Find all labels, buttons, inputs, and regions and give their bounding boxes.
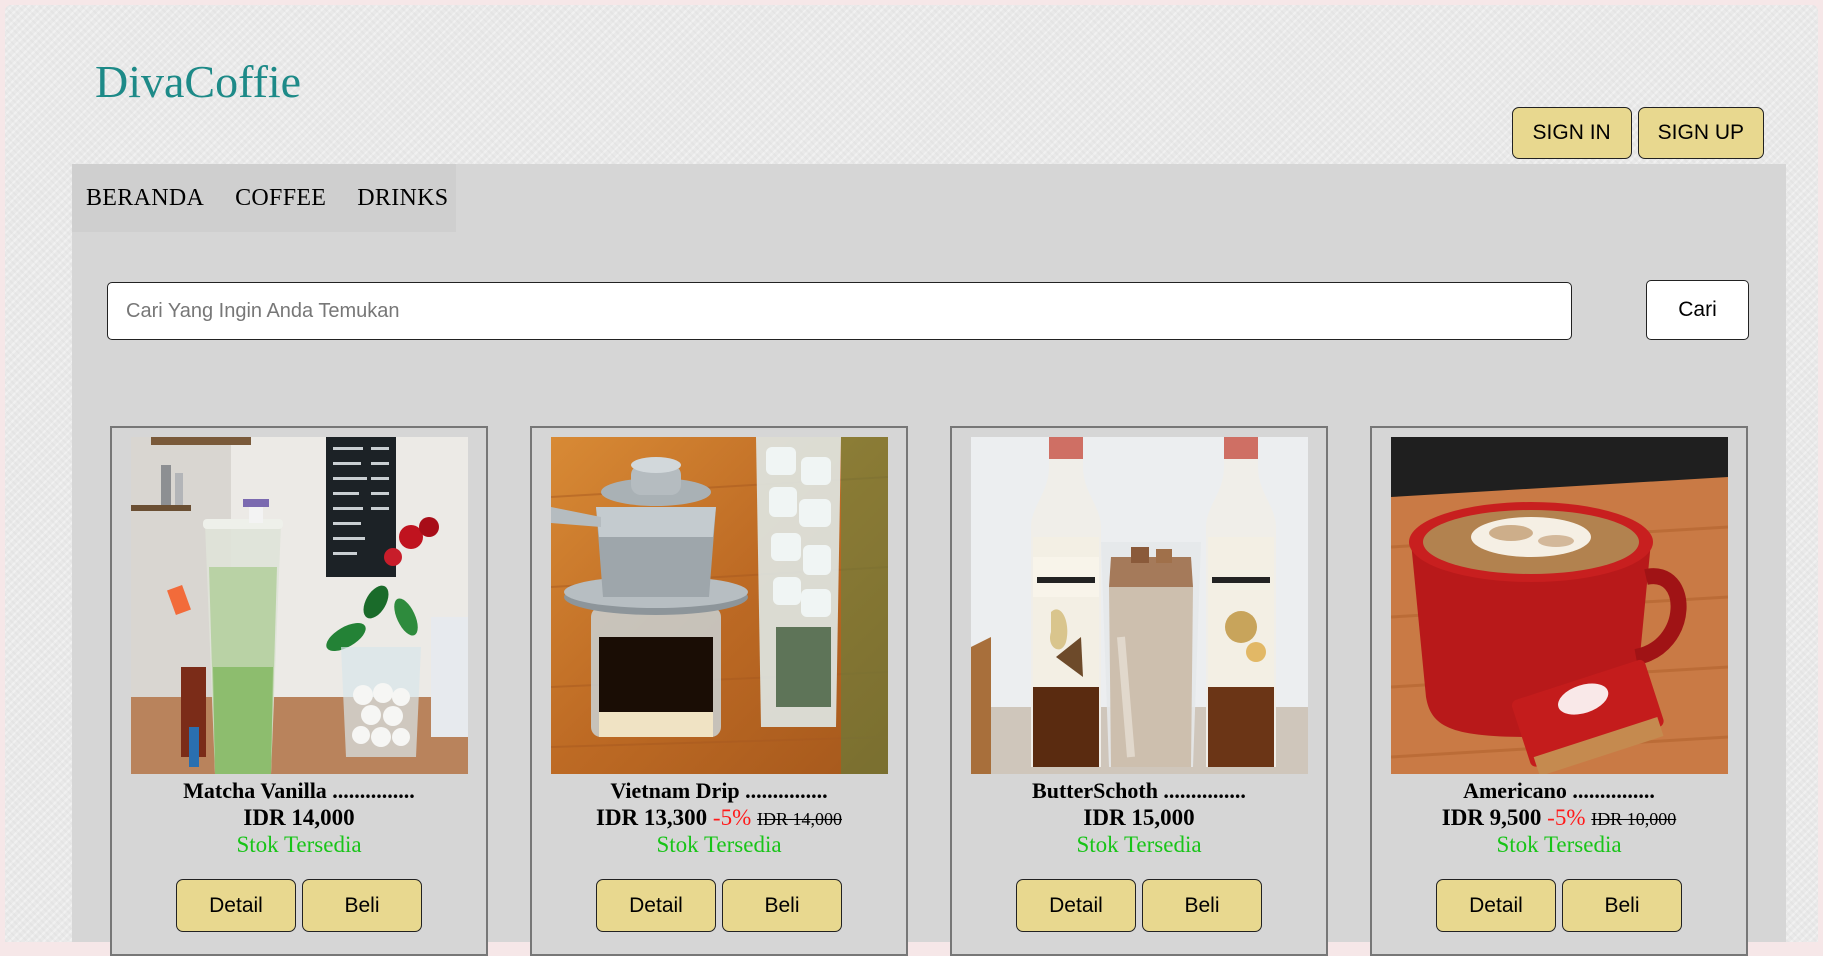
site-logo[interactable]: DivaCoffie — [95, 55, 301, 108]
nav-item-coffee[interactable]: COFFEE — [235, 185, 326, 212]
product-actions: Detail Beli — [952, 879, 1326, 932]
nav-item-drinks[interactable]: DRINKS — [357, 185, 448, 212]
nav-item-beranda[interactable]: BERANDA — [86, 185, 204, 212]
main-panel: BERANDA COFFEE DRINKS Cari Yang Ingin An… — [72, 164, 1786, 956]
matcha-vanilla-photo — [131, 437, 468, 774]
detail-button[interactable]: Detail — [1436, 879, 1556, 932]
main-nav: BERANDA COFFEE DRINKS — [72, 164, 456, 232]
discount-badge: -5% — [712, 805, 752, 830]
stock-status: Stok Tersedia — [656, 832, 782, 857]
buy-button[interactable]: Beli — [302, 879, 422, 932]
stock-status: Stok Tersedia — [1076, 832, 1202, 857]
product-price: IDR 9,500 — [1441, 805, 1542, 830]
product-name: Vietnam Drip ............... — [610, 778, 828, 803]
buy-button[interactable]: Beli — [1562, 879, 1682, 932]
buy-button[interactable]: Beli — [722, 879, 842, 932]
product-actions: Detail Beli — [532, 879, 906, 932]
detail-button[interactable]: Detail — [1016, 879, 1136, 932]
product-name: Matcha Vanilla ............... — [183, 778, 415, 803]
product-actions: Detail Beli — [112, 879, 486, 932]
stock-status: Stok Tersedia — [236, 832, 362, 857]
product-name: ButterSchoth ............... — [1032, 778, 1246, 803]
product-price-row: IDR 14,000 — [112, 805, 486, 831]
product-card: Matcha Vanilla ............... IDR 14,00… — [110, 426, 488, 956]
product-image[interactable] — [131, 437, 468, 774]
product-card: ButterSchoth ............... IDR 15,000 … — [950, 426, 1328, 956]
discount-badge: -5% — [1547, 805, 1586, 830]
product-name: Americano ............... — [1463, 778, 1655, 803]
product-price-row: IDR 13,300 -5% IDR 14,000 — [532, 805, 906, 831]
vietnam-drip-photo — [551, 437, 888, 774]
product-card: Vietnam Drip ............... IDR 13,300 … — [530, 426, 908, 956]
search-button[interactable]: Cari — [1646, 280, 1749, 340]
auth-buttons: SIGN IN SIGN UP — [1511, 107, 1764, 159]
search-input[interactable] — [107, 282, 1572, 340]
detail-button[interactable]: Detail — [176, 879, 296, 932]
product-price: IDR 13,300 — [596, 805, 708, 830]
sign-up-button[interactable]: SIGN UP — [1637, 107, 1764, 159]
product-price-row: IDR 15,000 — [952, 805, 1326, 831]
stock-status: Stok Tersedia — [1496, 832, 1622, 857]
product-card: Americano ............... IDR 9,500 -5% … — [1370, 426, 1748, 956]
product-image[interactable] — [971, 437, 1308, 774]
original-price: IDR 10,000 — [1591, 809, 1677, 829]
product-image[interactable] — [551, 437, 888, 774]
product-price: IDR 15,000 — [1083, 805, 1195, 830]
sign-in-button[interactable]: SIGN IN — [1511, 107, 1632, 159]
buy-button[interactable]: Beli — [1142, 879, 1262, 932]
original-price: IDR 14,000 — [757, 809, 842, 829]
detail-button[interactable]: Detail — [596, 879, 716, 932]
butterscotch-photo — [971, 437, 1308, 774]
americano-photo — [1391, 437, 1728, 774]
product-price-row: IDR 9,500 -5% IDR 10,000 — [1372, 805, 1746, 831]
product-actions: Detail Beli — [1372, 879, 1746, 932]
product-image[interactable] — [1391, 437, 1728, 774]
product-price: IDR 14,000 — [243, 805, 355, 830]
